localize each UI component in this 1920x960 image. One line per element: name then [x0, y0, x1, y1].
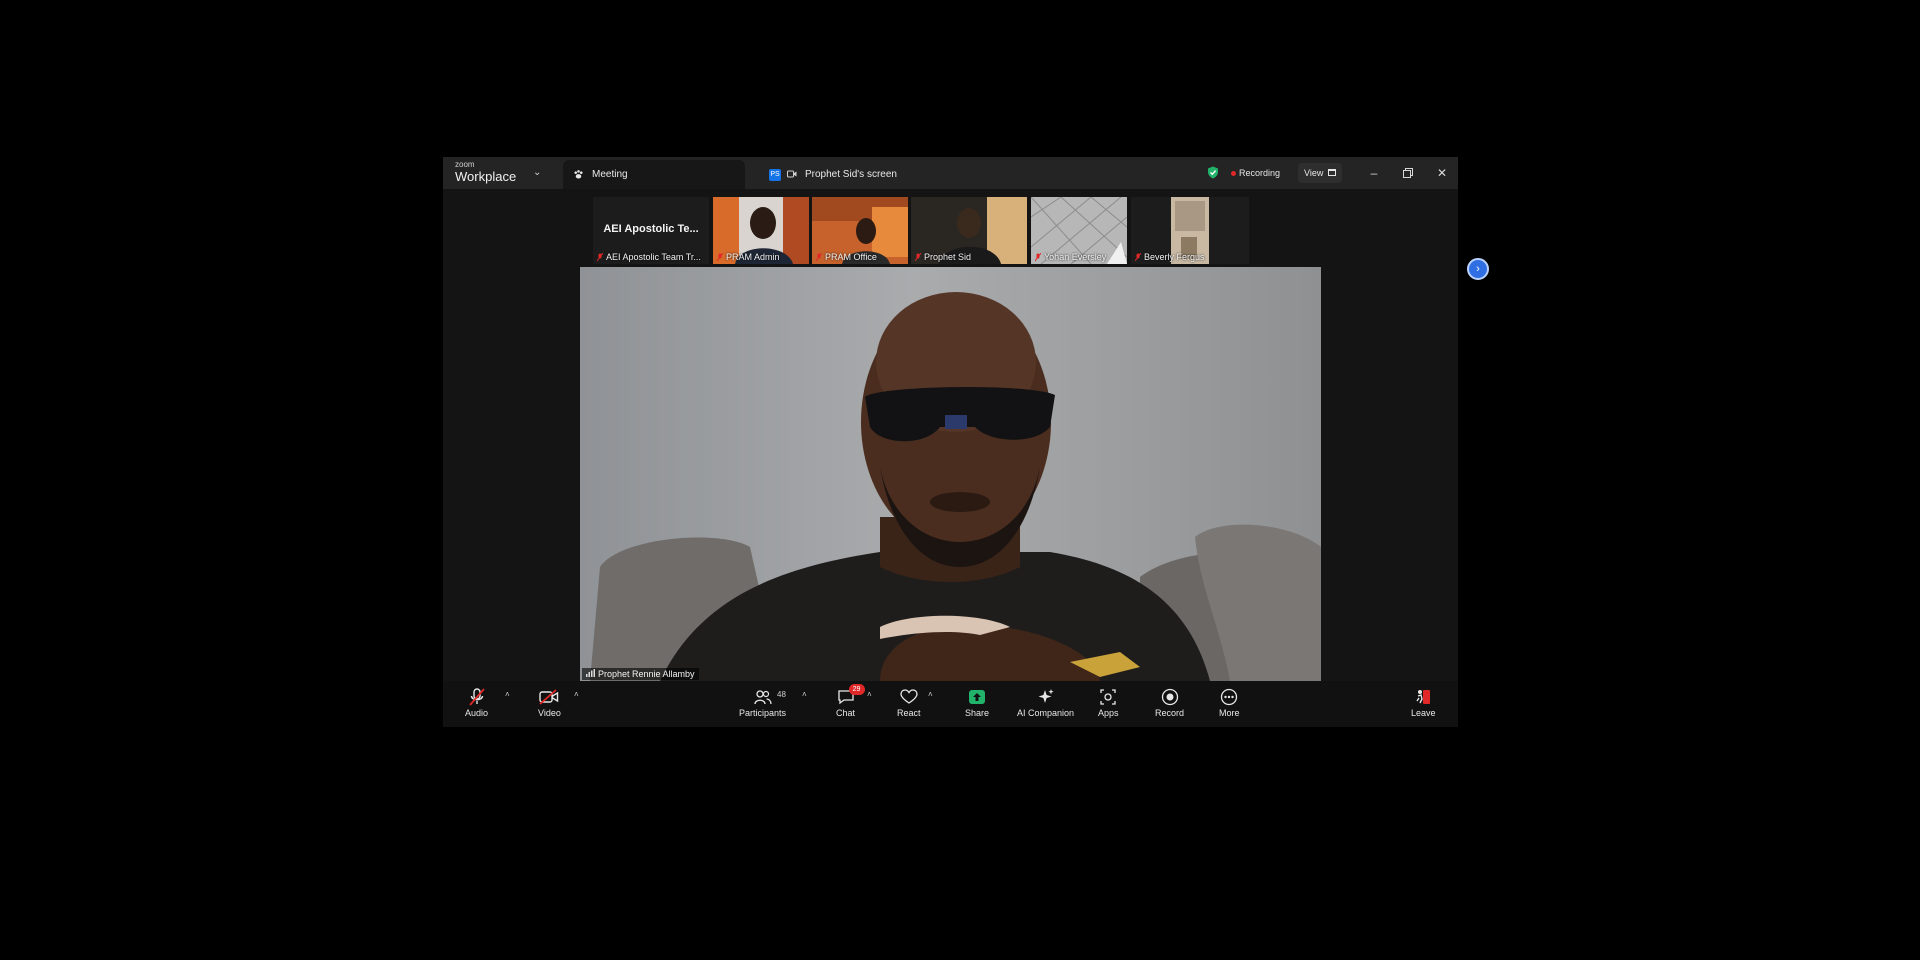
- name-label: Prophet Sid: [924, 252, 972, 262]
- mic-muted-icon: [815, 252, 823, 262]
- screen-share-icon: [787, 170, 797, 179]
- chat-icon: 29: [837, 684, 865, 707]
- react-label: React: [897, 708, 921, 718]
- more-dots-icon: [1220, 687, 1238, 707]
- leave-label: Leave: [1411, 708, 1436, 718]
- mic-muted-icon: [1034, 252, 1042, 262]
- apps-button[interactable]: Apps: [1098, 687, 1119, 718]
- shield-check-icon[interactable]: [1207, 166, 1219, 184]
- brand-small: zoom: [455, 160, 475, 169]
- share-label: Share: [965, 708, 990, 718]
- apps-label: Apps: [1098, 708, 1119, 718]
- more-button[interactable]: More: [1219, 687, 1240, 718]
- participant-tile[interactable]: Prophet Sid: [911, 197, 1027, 264]
- grid-view-icon: [1328, 168, 1337, 178]
- ps-avatar-badge: PS: [769, 168, 781, 181]
- more-label: More: [1219, 708, 1240, 718]
- participants-label: Participants: [739, 708, 787, 718]
- participant-name: AEI Apostolic Team Tr...: [596, 252, 701, 262]
- audio-label: Audio: [465, 708, 489, 718]
- speaker-name-tag: Prophet Rennie Allamby: [582, 668, 699, 680]
- signal-bars-icon: [586, 669, 595, 679]
- share-screen-icon: [968, 687, 986, 707]
- apps-icon: [1099, 687, 1117, 707]
- chevron-down-icon[interactable]: ⌄: [533, 167, 541, 178]
- leave-door-icon: [1414, 687, 1432, 707]
- ai-companion-button[interactable]: AI Companion: [1017, 687, 1074, 718]
- sparkle-icon: [1037, 687, 1055, 707]
- chat-unread-badge: 29: [848, 684, 865, 695]
- name-label: Yohan Eversley: [1044, 252, 1107, 262]
- minimize-icon[interactable]: –: [1364, 163, 1384, 183]
- chat-label: Chat: [836, 708, 856, 718]
- active-speaker-video[interactable]: Prophet Rennie Allamby: [580, 267, 1321, 681]
- chevron-up-icon[interactable]: ˄: [802, 690, 807, 699]
- recording-label: Recording: [1239, 168, 1281, 178]
- title-bar: zoom Workplace ⌄ Meeting PS Prophet Sid'…: [443, 157, 1458, 189]
- video-off-icon: [539, 687, 559, 707]
- name-label: AEI Apostolic Team Tr...: [606, 252, 701, 262]
- speaker-name-label: Prophet Rennie Allamby: [598, 669, 695, 679]
- view-label: View: [1304, 168, 1324, 178]
- chevron-up-icon[interactable]: ˄: [574, 690, 579, 699]
- paw-icon: [573, 169, 584, 180]
- participant-name: Prophet Sid: [914, 252, 972, 262]
- tab-label: Meeting: [592, 169, 628, 180]
- participant-name: Beverly Fergus: [1134, 252, 1205, 262]
- view-button[interactable]: View: [1298, 163, 1343, 183]
- brand-large: Workplace: [455, 169, 517, 184]
- name-label: PRAM Admin: [726, 252, 780, 262]
- chevron-right-icon: ›: [1476, 263, 1480, 275]
- participant-name: PRAM Office: [815, 252, 877, 262]
- ai-companion-label: AI Companion: [1017, 708, 1075, 718]
- chevron-up-icon[interactable]: ˄: [928, 690, 933, 699]
- tab-shared-screen[interactable]: PS Prophet Sid's screen: [759, 160, 959, 189]
- mic-muted-icon: [716, 252, 724, 262]
- participant-tile[interactable]: AEI Apostolic Te... AEI Apostolic Team T…: [593, 197, 709, 264]
- speaker-video-frame: [580, 267, 1321, 681]
- chevron-up-icon[interactable]: ˄: [867, 690, 872, 699]
- app-brand[interactable]: zoom Workplace: [455, 160, 517, 184]
- tab-meeting[interactable]: Meeting: [563, 160, 745, 189]
- name-label: PRAM Office: [825, 252, 877, 262]
- tile-big-label: AEI Apostolic Te...: [603, 223, 699, 235]
- name-label: Beverly Fergus: [1144, 252, 1205, 262]
- recording-dot-icon: [1231, 170, 1236, 176]
- close-icon[interactable]: ✕: [1432, 163, 1452, 183]
- tab-label: Prophet Sid's screen: [805, 169, 897, 180]
- share-button[interactable]: Share: [965, 687, 989, 718]
- mic-muted-icon: [468, 687, 485, 707]
- participant-tile[interactable]: PRAM Office: [812, 197, 908, 264]
- participant-name: Yohan Eversley: [1034, 252, 1107, 262]
- recording-indicator[interactable]: Recording: [1231, 165, 1280, 181]
- participant-tile[interactable]: PRAM Admin: [713, 197, 809, 264]
- mic-muted-icon: [596, 252, 604, 262]
- leave-button[interactable]: Leave: [1411, 687, 1436, 718]
- next-page-button[interactable]: ›: [1467, 258, 1489, 280]
- video-label: Video: [538, 708, 561, 718]
- chat-button[interactable]: 29 Chat: [836, 684, 865, 718]
- record-button[interactable]: Record: [1155, 687, 1184, 718]
- chevron-up-icon[interactable]: ˄: [505, 690, 510, 699]
- record-icon: [1161, 687, 1179, 707]
- audio-button[interactable]: Audio: [465, 687, 488, 718]
- video-button[interactable]: Video: [538, 687, 561, 718]
- heart-icon: [900, 687, 918, 707]
- react-button[interactable]: React: [897, 687, 921, 718]
- zoom-window: zoom Workplace ⌄ Meeting PS Prophet Sid'…: [443, 157, 1489, 727]
- participants-icon: [753, 687, 772, 707]
- participants-count: 48: [777, 690, 786, 699]
- participant-name: PRAM Admin: [716, 252, 780, 262]
- meeting-toolbar: Audio ˄ Video ˄ Participants 48 ˄ 29 Cha…: [443, 681, 1458, 727]
- mic-muted-icon: [1134, 252, 1142, 262]
- participant-tile[interactable]: Yohan Eversley: [1031, 197, 1127, 264]
- restore-icon[interactable]: [1398, 163, 1418, 183]
- mic-muted-icon: [914, 252, 922, 262]
- participant-tile[interactable]: Beverly Fergus: [1131, 197, 1249, 264]
- record-label: Record: [1155, 708, 1185, 718]
